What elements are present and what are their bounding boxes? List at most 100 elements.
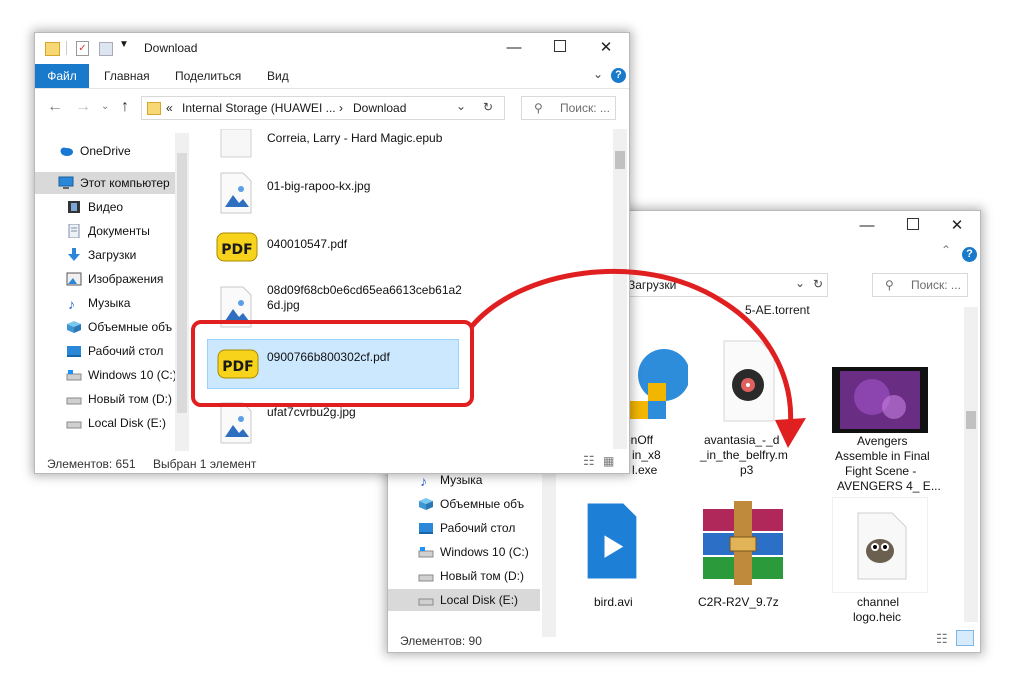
- tab-home[interactable]: Главная: [104, 64, 150, 88]
- video-thumbnail-icon: [832, 367, 928, 433]
- tab-view[interactable]: Вид: [267, 64, 289, 88]
- search-placeholder: Поиск: ...: [911, 278, 961, 292]
- properties-icon[interactable]: ✓: [76, 41, 89, 56]
- file-item[interactable]: bird.avi: [568, 501, 668, 611]
- video-player-icon: [587, 503, 637, 579]
- file-row[interactable]: 08d09f68cb0e6cd65ea6613ceb61a2 6d.jpg: [219, 281, 599, 331]
- nav-scrollbar[interactable]: [175, 133, 189, 451]
- search-icon: ⚲: [534, 101, 543, 115]
- file-row[interactable]: ufat7cvrbu2g.jpg: [219, 399, 599, 449]
- file-item[interactable]: Avengers Assemble in Final Fight Scene -…: [824, 361, 944, 501]
- status-item-count: Элементов: 651: [47, 457, 136, 471]
- scroll-thumb[interactable]: [177, 153, 187, 413]
- recent-dropdown-icon[interactable]: ⌄: [101, 101, 109, 112]
- close-button[interactable]: ✕: [583, 33, 629, 63]
- search-box[interactable]: ⚲ Поиск: ...: [521, 96, 616, 120]
- gimp-file-icon: [832, 497, 928, 593]
- top-partial-filename: 5-AE.torrent: [745, 303, 810, 317]
- window-title: Download: [144, 41, 198, 55]
- forward-arrow-icon[interactable]: →: [75, 98, 91, 116]
- svg-text:♪: ♪: [420, 473, 427, 487]
- details-view-icon[interactable]: ☷: [583, 453, 595, 469]
- breadcrumb-internal-storage[interactable]: Internal Storage (HUAWEI ...: [182, 101, 336, 115]
- downloads-folder-icon: [68, 248, 80, 261]
- help-icon[interactable]: ?: [962, 247, 977, 262]
- close-button[interactable]: ✕: [934, 211, 980, 241]
- minimize-button[interactable]: —: [491, 33, 537, 63]
- quick-access-dropdown-icon[interactable]: ▼: [119, 39, 129, 50]
- up-arrow-icon[interactable]: ↑: [121, 98, 129, 116]
- details-view-icon[interactable]: ☷: [936, 631, 948, 647]
- folder-icon: [147, 102, 161, 115]
- maximize-button[interactable]: [890, 211, 936, 241]
- content-scrollbar[interactable]: [613, 129, 627, 449]
- nav-item-drive-e[interactable]: Local Disk (E:): [388, 589, 540, 611]
- nav-item-this-pc[interactable]: Этот компьютер: [35, 172, 175, 194]
- folder-icon: [45, 42, 60, 56]
- search-box[interactable]: ⚲ Поиск: ...: [872, 273, 968, 297]
- pdf-file-icon: PDF: [216, 232, 258, 262]
- drive-e-icon: [66, 421, 82, 429]
- refresh-icon[interactable]: ↻: [483, 100, 493, 114]
- music-folder-icon: ♪: [68, 296, 75, 310]
- drive-d-icon: [66, 397, 82, 405]
- image-file-icon: [220, 402, 252, 444]
- file-row[interactable]: PDF 040010547.pdf: [216, 229, 599, 269]
- large-icons-view-icon[interactable]: ▦: [603, 454, 614, 468]
- pictures-folder-icon: [66, 272, 82, 286]
- drive-c-icon: [418, 547, 434, 558]
- file-item[interactable]: C2R-R2V_9.7z: [688, 501, 798, 611]
- file-row-selected[interactable]: PDF 0900766b800302cf.pdf: [207, 339, 459, 389]
- scroll-thumb[interactable]: [615, 151, 625, 169]
- video-folder-icon: [68, 201, 80, 213]
- cloud-icon: [60, 147, 73, 156]
- desktop-folder-icon: [67, 346, 81, 357]
- file-item[interactable]: avantasia_-_d _in_the_belfry.m p3: [700, 339, 810, 479]
- search-icon: ⚲: [885, 278, 894, 292]
- computer-icon: [58, 176, 74, 189]
- large-icons-view-icon[interactable]: [956, 630, 974, 646]
- search-placeholder: Поиск: ...: [560, 101, 610, 115]
- address-prefix: «: [166, 101, 173, 115]
- 3d-objects-folder-icon: [67, 321, 81, 333]
- mp3-file-icon: [723, 340, 775, 422]
- breadcrumb-download[interactable]: Download: [353, 101, 406, 115]
- chevron-down-icon[interactable]: ⌄: [593, 67, 603, 81]
- music-folder-icon: ♪: [420, 473, 427, 487]
- content-scrollbar[interactable]: [964, 307, 978, 622]
- pdf-file-icon: PDF: [217, 349, 259, 379]
- breadcrumb-separator: ›: [339, 101, 343, 115]
- file-item[interactable]: channel logo.heic: [830, 497, 930, 624]
- tab-file[interactable]: Файл: [35, 64, 89, 88]
- file-list: Correia, Larry - Hard Magic.epub 01-big-…: [191, 129, 611, 449]
- image-file-icon: [220, 172, 252, 214]
- address-path: Загрузки: [628, 278, 677, 292]
- back-arrow-icon[interactable]: ←: [47, 98, 63, 116]
- navigation-pane: OneDrive Этот компьютер Видео Документы …: [35, 137, 177, 453]
- new-folder-icon[interactable]: [99, 42, 113, 56]
- status-item-count: Элементов: 90: [400, 634, 482, 648]
- nav-scrollbar[interactable]: [542, 467, 556, 637]
- maximize-button[interactable]: [537, 33, 583, 63]
- chevron-up-icon[interactable]: ⌃: [941, 243, 951, 257]
- scroll-thumb[interactable]: [966, 411, 976, 429]
- drive-c-icon: [66, 370, 82, 381]
- status-selected: Выбран 1 элемент: [153, 457, 257, 471]
- address-bar[interactable]: Загрузки ⌄ ↻: [622, 273, 828, 297]
- svg-text:PDF: PDF: [222, 359, 253, 375]
- minimize-button[interactable]: —: [844, 211, 890, 241]
- address-bar[interactable]: « Internal Storage (HUAWEI ... › Downloa…: [141, 96, 505, 120]
- tab-share[interactable]: Поделиться: [175, 64, 241, 88]
- file-row[interactable]: 01-big-rapoo-kx.jpg: [219, 171, 599, 217]
- navigation-pane: ♪ Музыка Объемные объ Рабочий стол Windo…: [388, 467, 543, 632]
- drive-d-icon: [418, 574, 434, 582]
- image-file-icon: [220, 286, 252, 328]
- installer-exe-icon: [630, 349, 688, 419]
- help-icon[interactable]: ?: [611, 68, 626, 83]
- address-dropdown-icon[interactable]: ⌄: [456, 99, 466, 113]
- refresh-icon[interactable]: ↻: [813, 277, 823, 291]
- file-row[interactable]: Correia, Larry - Hard Magic.epub: [219, 129, 599, 159]
- chevron-down-icon[interactable]: ⌄: [795, 276, 805, 290]
- ribbon-tabs: Файл Главная Поделиться Вид ⌄ ?: [35, 64, 629, 89]
- desktop-folder-icon: [419, 523, 433, 534]
